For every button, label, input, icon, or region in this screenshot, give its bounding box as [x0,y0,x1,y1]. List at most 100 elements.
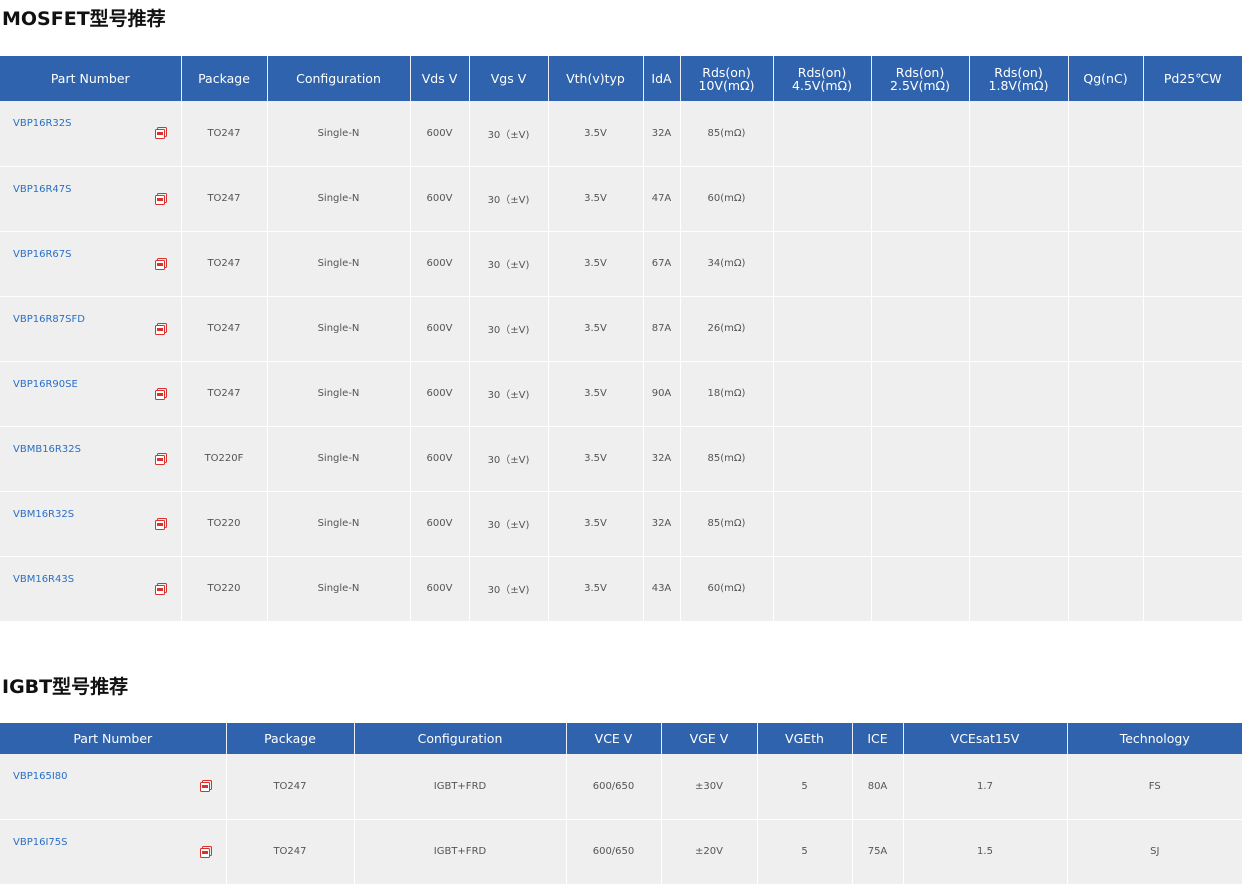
part-number-cell: VBP16I75S [0,819,227,885]
vgs-cell: 30（±V) [469,491,549,557]
vds-cell: 600V [410,166,470,232]
rds-1-8v-cell [969,101,1069,167]
qg-cell [1068,296,1144,362]
rds-2-5v-cell [871,231,970,297]
col-header-ice: ICE [852,723,904,754]
pdf-icon[interactable] [154,322,167,335]
vth-cell: 3.5V [548,296,644,362]
col-header-part-number: Part Number [0,723,227,754]
col-header-vgeth: VGEth [757,723,853,754]
qg-cell [1068,101,1144,167]
rds-2-5v-cell [871,556,970,622]
rds-2-5v-line1: Rds(on) [895,64,945,80]
rds-2-5v-cell [871,101,970,167]
rds-10v-cell: 18(mΩ) [680,361,774,427]
vgs-cell: 30（±V) [469,426,549,492]
vth-cell: 3.5V [548,361,644,427]
qg-cell [1068,491,1144,557]
pd-cell [1143,556,1242,622]
configuration-cell: Single-N [267,101,411,167]
part-number-link[interactable]: VBP16R32S [13,118,71,129]
col-header-part-number: Part Number [0,56,182,101]
part-number-link[interactable]: VBP16I75S [13,837,67,848]
part-number-link[interactable]: VBP16R90SE [13,379,78,390]
mosfet-table: Part Number Package Configuration Vds V … [0,56,1242,622]
rds-1-8v-cell [969,296,1069,362]
part-number-link[interactable]: VBM16R43S [13,574,74,585]
vth-cell: 3.5V [548,101,644,167]
col-header-vgs: Vgs V [469,56,549,101]
pdf-icon[interactable] [154,257,167,270]
rds-2-5v-cell [871,166,970,232]
rds-1-8v-line2: 1.8V(mΩ) [988,77,1049,93]
mosfet-section-title: MOSFET型号推荐 [2,8,166,30]
rds-10v-cell: 60(mΩ) [680,556,774,622]
pdf-icon[interactable] [154,582,167,595]
rds-10v-line2: 10V(mΩ) [698,77,755,93]
part-number-link[interactable]: VBP165I80 [13,771,68,782]
igbt-section-title: IGBT型号推荐 [2,676,129,698]
col-header-rds-1-8v: Rds(on) 1.8V(mΩ) [969,56,1069,101]
rds-10v-cell: 34(mΩ) [680,231,774,297]
col-header-qg: Qg(nC) [1068,56,1144,101]
pd-cell [1143,166,1242,232]
part-number-cell: VBP16R32S [0,101,182,167]
pdf-icon[interactable] [154,387,167,400]
vce-cell: 600/650 [566,754,662,820]
rds-1-8v-cell [969,556,1069,622]
id-cell: 32A [643,101,681,167]
col-header-vge: VGE V [661,723,758,754]
part-number-link[interactable]: VBP16R67S [13,249,71,260]
rds-4-5v-cell [773,556,872,622]
vgs-cell: 30（±V) [469,231,549,297]
col-header-vcesat: VCEsat15V [903,723,1068,754]
pdf-icon[interactable] [154,452,167,465]
part-number-link[interactable]: VBM16R32S [13,509,74,520]
package-cell: TO247 [181,166,268,232]
configuration-cell: Single-N [267,231,411,297]
pdf-icon[interactable] [199,780,212,793]
mosfet-header-row: Part Number Package Configuration Vds V … [0,56,1242,101]
vth-cell: 3.5V [548,556,644,622]
vge-cell: ±30V [661,754,758,820]
pdf-icon[interactable] [154,192,167,205]
pdf-icon[interactable] [154,127,167,140]
part-number-link[interactable]: VBP16R47S [13,184,71,195]
pdf-icon[interactable] [154,517,167,530]
col-header-vth: Vth(v)typ [548,56,644,101]
qg-cell [1068,556,1144,622]
pd-cell [1143,231,1242,297]
col-header-configuration: Configuration [354,723,567,754]
table-row: VBM16R43S TO220 Single-N 600V 30（±V) 3.5… [0,556,1242,622]
vcesat-cell: 1.7 [903,754,1068,820]
col-header-rds-10v: Rds(on) 10V(mΩ) [680,56,774,101]
part-number-link[interactable]: VBP16R87SFD [13,314,85,325]
package-cell: TO220 [181,556,268,622]
id-cell: 43A [643,556,681,622]
rds-10v-cell: 85(mΩ) [680,426,774,492]
pd-cell [1143,361,1242,427]
qg-cell [1068,166,1144,232]
col-header-rds-2-5v: Rds(on) 2.5V(mΩ) [871,56,970,101]
configuration-cell: Single-N [267,361,411,427]
qg-cell [1068,231,1144,297]
rds-4-5v-line2: 4.5V(mΩ) [792,77,852,93]
vds-cell: 600V [410,296,470,362]
qg-cell [1068,361,1144,427]
part-number-link[interactable]: VBMB16R32S [13,444,81,455]
table-row: VBP16R67S TO247 Single-N 600V 30（±V) 3.5… [0,231,1242,297]
table-row: VBP16R32S TO247 Single-N 600V 30（±V) 3.5… [0,101,1242,167]
configuration-cell: Single-N [267,556,411,622]
col-header-vds: Vds V [410,56,470,101]
table-row: VBM16R32S TO220 Single-N 600V 30（±V) 3.5… [0,491,1242,557]
vth-cell: 3.5V [548,491,644,557]
rds-4-5v-cell [773,166,872,232]
part-number-cell: VBP16R90SE [0,361,182,427]
rds-2-5v-cell [871,361,970,427]
vth-cell: 3.5V [548,166,644,232]
rds-1-8v-cell [969,361,1069,427]
rds-10v-line1: Rds(on) [702,64,751,80]
configuration-cell: IGBT+FRD [354,754,567,820]
col-header-rds-4-5v: Rds(on) 4.5V(mΩ) [773,56,872,101]
pdf-icon[interactable] [199,845,212,858]
